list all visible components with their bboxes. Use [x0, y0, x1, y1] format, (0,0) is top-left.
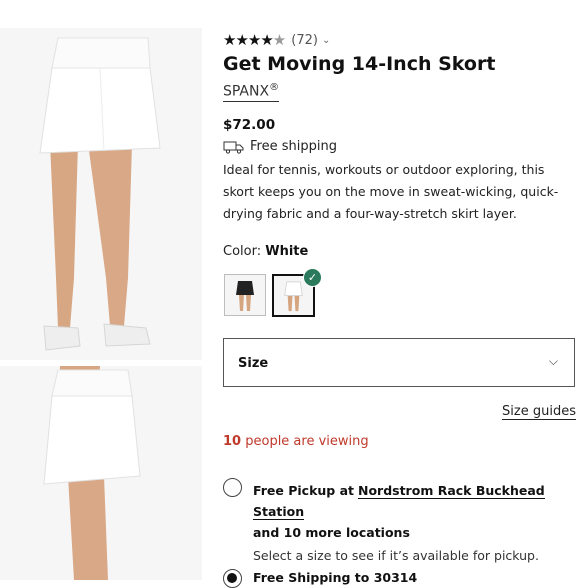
free-shipping-option: Free Shipping to 30314 [253, 570, 418, 585]
pickup-radio[interactable] [223, 478, 242, 497]
size-dropdown-label: Size [238, 356, 269, 371]
size-dropdown[interactable]: Size ⌵ [223, 338, 575, 387]
registered-mark: ® [269, 82, 280, 93]
product-title: Get Moving 14-Inch Skort [223, 53, 496, 75]
product-gallery [0, 0, 202, 580]
pickup-option: Free Pickup at Nordstrom Rack Buckhead S… [253, 480, 573, 566]
pickup-hint: Select a size to see if it’s available f… [253, 548, 539, 563]
size-guides-link[interactable]: Size guides [502, 404, 576, 420]
pickup-lead: Free Pickup at [253, 483, 354, 498]
star-rating-icon: ★★★★★ [223, 31, 286, 49]
product-photo-back[interactable] [0, 28, 202, 360]
free-shipping-note: Free shipping [223, 139, 337, 154]
color-label-text: Color: [223, 244, 262, 259]
rating-count: (72) [291, 32, 318, 48]
pickup-more-locations: and 10 more locations [253, 525, 410, 540]
viewers-count: 10 [223, 434, 242, 449]
product-price: $72.00 [223, 117, 276, 133]
color-swatch-black[interactable] [224, 274, 266, 316]
color-label: Color: White [223, 244, 308, 259]
chevron-down-icon: ⌄ [321, 34, 331, 46]
chevron-down-icon: ⌵ [548, 354, 558, 368]
shipping-radio[interactable] [223, 569, 242, 588]
truck-icon [223, 141, 244, 154]
viewers-count-notice: 10 people are viewing [223, 434, 369, 449]
product-description: Ideal for tennis, workouts or outdoor ex… [223, 162, 559, 221]
rating-summary[interactable]: ★★★★★ (72) ⌄ [223, 31, 330, 49]
viewers-text: people are viewing [245, 434, 369, 449]
shipping-label: Free shipping [250, 139, 337, 154]
product-info-panel: ★★★★★ (72) ⌄ Get Moving 14-Inch Skort SP… [223, 0, 580, 588]
brand-link[interactable]: SPANX® [223, 82, 280, 102]
selected-color: White [265, 244, 309, 259]
selected-check-icon: ✓ [303, 268, 322, 287]
product-photo-side[interactable] [0, 366, 202, 580]
brand-name: SPANX [223, 83, 270, 100]
